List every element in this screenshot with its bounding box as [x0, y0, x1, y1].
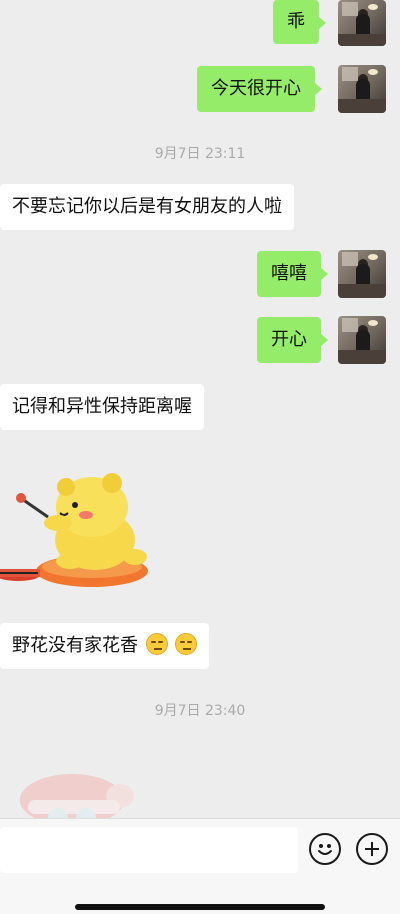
- message-input[interactable]: [0, 827, 298, 873]
- message-text: 今天很开心: [211, 78, 301, 99]
- timestamp: 9月7日 23:40: [154, 703, 246, 719]
- sent-message[interactable]: 乖: [273, 0, 326, 44]
- avatar[interactable]: [338, 0, 386, 46]
- message-text: 乖: [287, 11, 305, 32]
- message-text: 嘻嘻: [271, 263, 307, 284]
- sent-message[interactable]: 开心: [257, 317, 328, 363]
- avatar[interactable]: [338, 65, 386, 113]
- message-text: 开心: [271, 329, 307, 350]
- avatar[interactable]: [338, 250, 386, 298]
- message-text: 不要忘记你以后是有女朋友的人啦: [12, 196, 282, 217]
- unamused-face-icon: [175, 633, 198, 655]
- timestamp: 9月7日 23:11: [154, 146, 246, 162]
- home-indicator: [75, 904, 325, 910]
- received-message[interactable]: 不要忘记你以后是有女朋友的人啦: [0, 184, 294, 230]
- plus-icon[interactable]: [356, 833, 388, 865]
- message-text: 记得和异性保持距离喔: [12, 396, 192, 417]
- sent-message[interactable]: 嘻嘻: [257, 251, 328, 297]
- sent-message[interactable]: 今天很开心: [197, 66, 322, 112]
- received-message[interactable]: 野花没有家花香: [0, 623, 210, 669]
- bear-sticker[interactable]: [0, 465, 160, 595]
- santa-sticker[interactable]: [10, 770, 140, 818]
- bear-sticker-graphic: [0, 473, 148, 587]
- smiley-icon[interactable]: [309, 833, 341, 865]
- message-text: 野花没有家花香: [12, 635, 138, 656]
- santa-sticker-graphic: [20, 774, 134, 818]
- unamused-face-icon: [145, 633, 168, 655]
- avatar[interactable]: [338, 316, 386, 364]
- received-message[interactable]: 记得和异性保持距离喔: [0, 384, 204, 430]
